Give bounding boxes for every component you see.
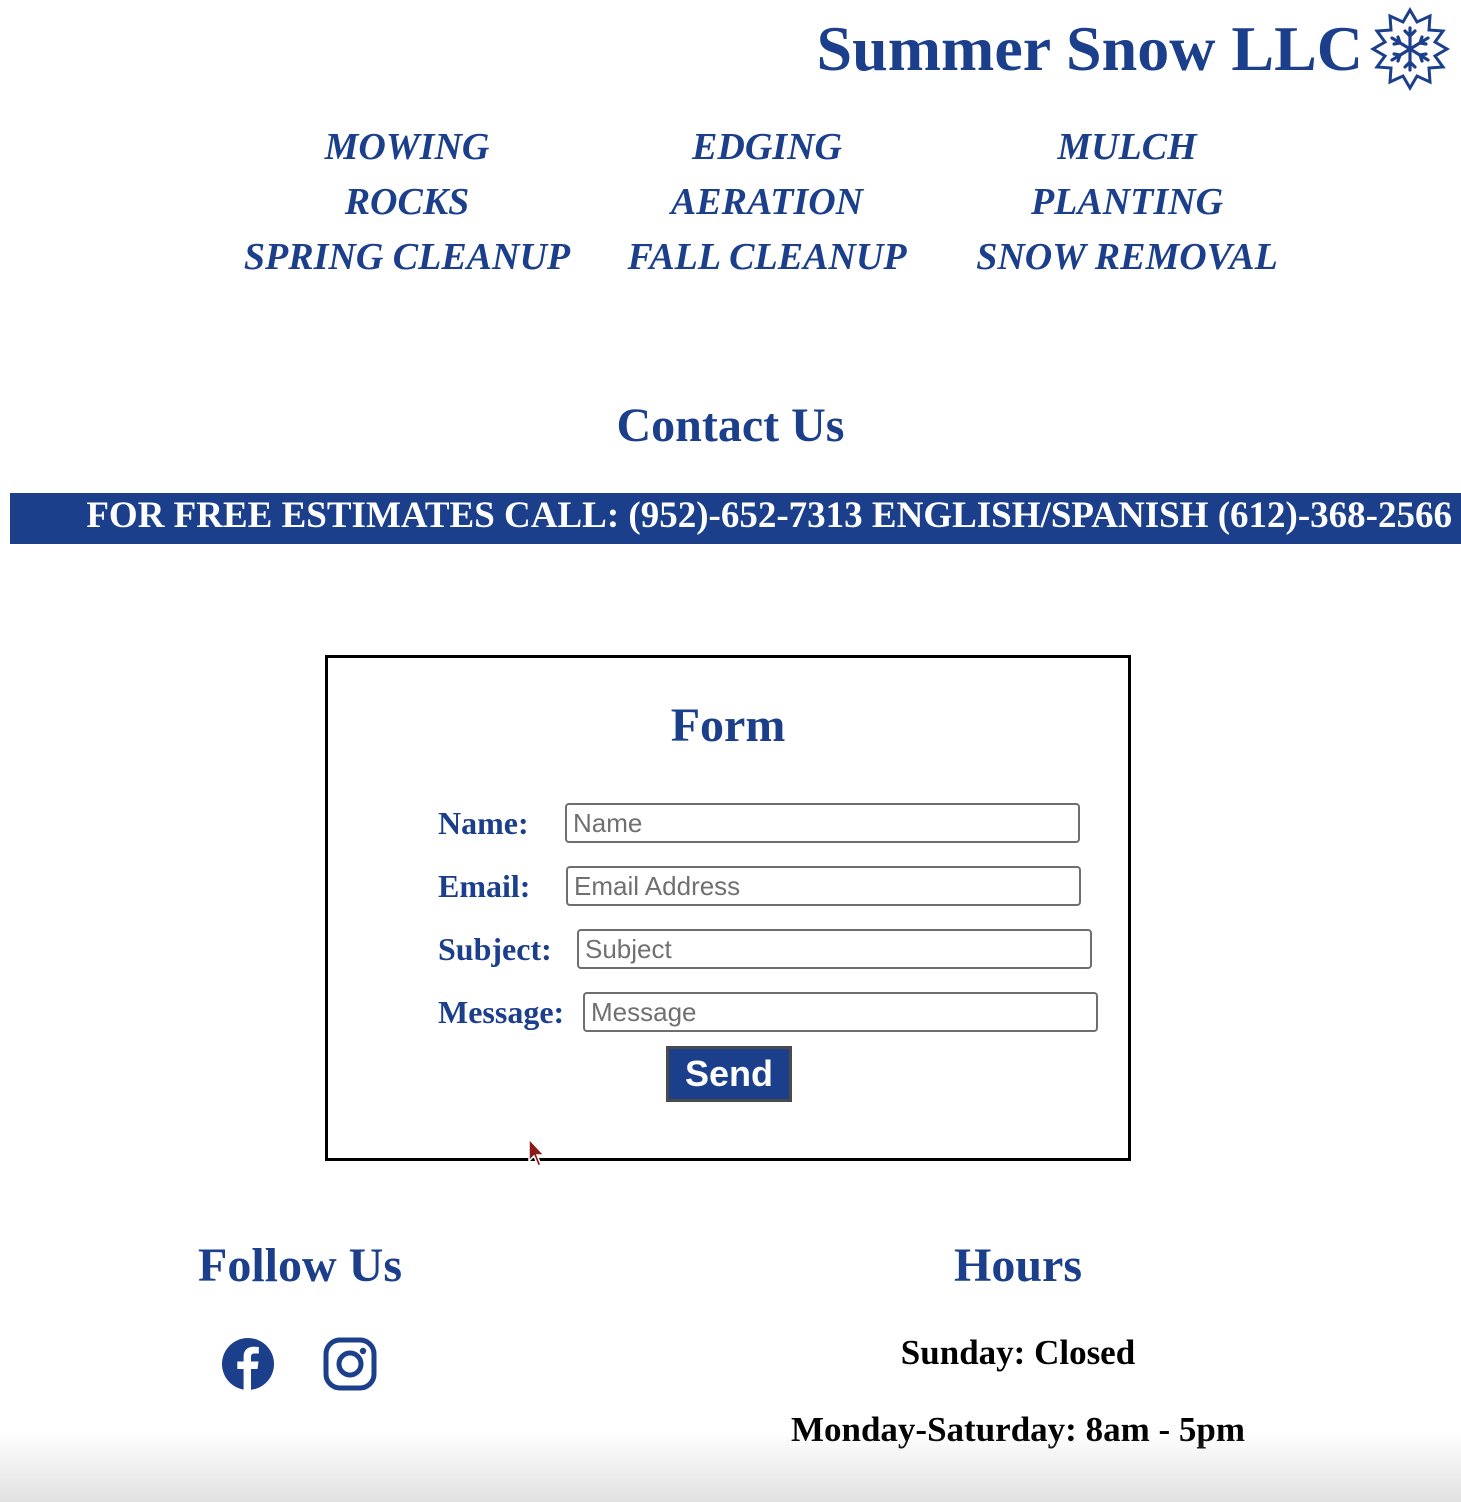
form-row-name: Name: <box>438 803 1080 843</box>
brand-header[interactable]: Summer Snow LLC <box>817 6 1453 92</box>
services-nav: MOWING EDGING MULCH ROCKS AERATION PLANT… <box>227 120 1307 285</box>
follow-title: Follow Us <box>198 1239 402 1292</box>
name-input[interactable] <box>565 803 1080 843</box>
estimate-banner: FOR FREE ESTIMATES CALL: (952)-652-7313 … <box>10 493 1461 544</box>
email-label: Email: <box>438 867 531 904</box>
facebook-link[interactable] <box>220 1336 276 1392</box>
snowflake-sun-icon <box>1370 7 1450 91</box>
send-button[interactable]: Send <box>666 1046 792 1102</box>
nav-item-spring-cleanup[interactable]: SPRING CLEANUP <box>227 230 587 285</box>
subject-input[interactable] <box>577 929 1092 969</box>
message-label: Message: <box>438 993 565 1030</box>
nav-item-mulch[interactable]: MULCH <box>947 120 1307 175</box>
nav-item-edging[interactable]: EDGING <box>587 120 947 175</box>
nav-item-snow-removal[interactable]: SNOW REMOVAL <box>947 230 1307 285</box>
form-row-message: Message: <box>438 992 1098 1032</box>
name-label: Name: <box>438 804 529 841</box>
nav-item-mowing[interactable]: MOWING <box>227 120 587 175</box>
brand-name[interactable]: Summer Snow LLC <box>817 11 1363 87</box>
hours-sunday: Sunday: Closed <box>900 1333 1136 1372</box>
hours-title: Hours <box>953 1239 1082 1292</box>
contact-title: Contact Us <box>616 399 845 452</box>
instagram-icon <box>323 1337 377 1391</box>
facebook-icon <box>222 1338 274 1390</box>
email-input[interactable] <box>566 866 1081 906</box>
contact-form: Form Name: Email: Subject: Message: Send <box>325 655 1131 1161</box>
form-row-email: Email: <box>438 866 1081 906</box>
nav-item-fall-cleanup[interactable]: FALL CLEANUP <box>587 230 947 285</box>
mouse-cursor-icon <box>528 1137 546 1167</box>
nav-item-rocks[interactable]: ROCKS <box>227 175 587 230</box>
form-title: Form <box>670 699 786 752</box>
nav-item-aeration[interactable]: AERATION <box>587 175 947 230</box>
form-row-subject: Subject: <box>438 929 1092 969</box>
nav-item-planting[interactable]: PLANTING <box>947 175 1307 230</box>
hours-weekdays: Monday-Saturday: 8am - 5pm <box>790 1410 1246 1449</box>
message-input[interactable] <box>583 992 1098 1032</box>
page: Summer Snow LLC MOWING EDGING MULCH ROCK… <box>0 0 1461 1502</box>
instagram-link[interactable] <box>322 1336 378 1392</box>
subject-label: Subject: <box>438 930 552 967</box>
